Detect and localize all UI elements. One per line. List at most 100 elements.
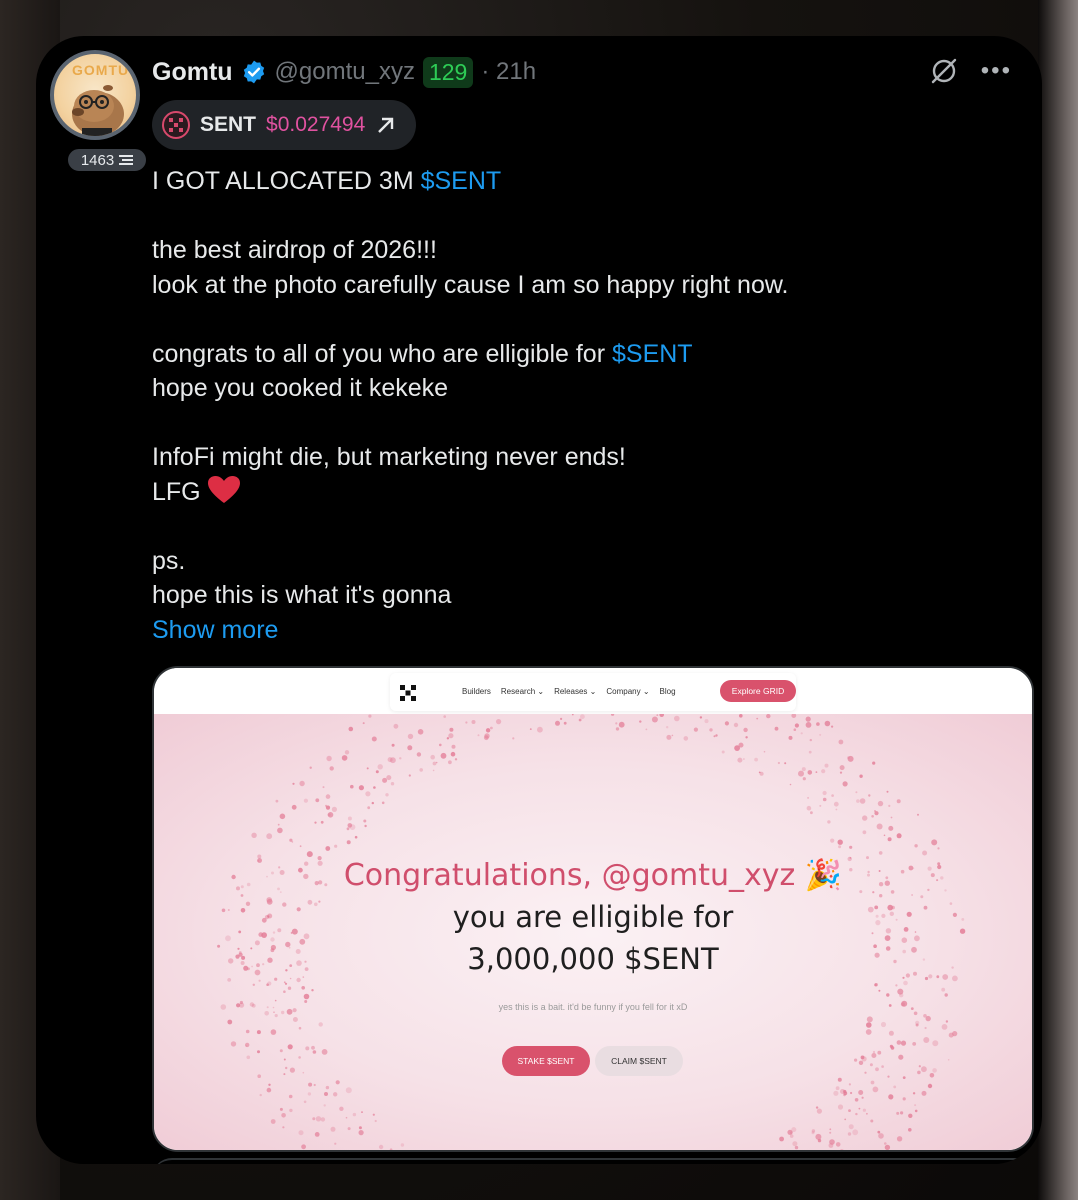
- show-more-link[interactable]: Show more: [152, 613, 1012, 648]
- decorative-dot: [884, 935, 891, 941]
- author-handle[interactable]: @gomtu_xyz: [275, 58, 415, 86]
- decorative-dot: [872, 1050, 876, 1054]
- decorative-dot: [303, 933, 310, 940]
- cashtag-link[interactable]: $SENT: [421, 167, 502, 195]
- decorative-dot: [666, 734, 672, 740]
- decorative-dot: [321, 1049, 328, 1055]
- decorative-dot: [325, 846, 331, 851]
- decorative-dot: [800, 732, 803, 735]
- decorative-dot: [485, 728, 491, 733]
- decorative-dot: [831, 794, 834, 797]
- tweet-text: I GOT ALLOCATED 3M $SENT the best airdro…: [152, 164, 1012, 647]
- decorative-dot: [887, 837, 892, 842]
- decorative-dot: [896, 1136, 903, 1142]
- decorative-dot: [941, 987, 946, 992]
- decorative-dot: [308, 1082, 313, 1087]
- decorative-dot: [245, 1029, 250, 1034]
- decorative-dot: [864, 1071, 867, 1074]
- decorative-dot: [921, 1066, 927, 1073]
- decorative-dot: [311, 1045, 315, 1050]
- embedded-navbar: Builders Research ⌄ Releases ⌄ Company ⌄…: [154, 668, 1032, 714]
- decorative-dot: [833, 1090, 839, 1096]
- decorative-dot: [257, 1050, 260, 1054]
- decorative-dot: [902, 1076, 906, 1079]
- avatar[interactable]: GOMTU 1463: [50, 50, 148, 173]
- decorative-dot: [326, 755, 332, 762]
- decorative-dot: [303, 1100, 307, 1104]
- eligible-line: you are elligible for: [452, 900, 734, 934]
- decorative-dot: [914, 935, 920, 942]
- decorative-dot: [408, 774, 411, 777]
- decorative-dot: [615, 727, 620, 731]
- follower-badge[interactable]: 1463: [66, 147, 148, 173]
- tweet-header: Gomtu @gomtu_xyz 129 · 21h: [152, 52, 536, 92]
- score-badge[interactable]: 129: [422, 56, 474, 88]
- decorative-dot: [733, 722, 739, 728]
- explore-grid-button: Explore GRID: [720, 680, 796, 702]
- nav-link: Blog: [659, 687, 676, 696]
- decorative-dot: [390, 782, 395, 786]
- decorative-dot: [871, 815, 874, 818]
- decorative-dot: [917, 1070, 921, 1075]
- decorative-dot: [895, 984, 898, 987]
- decorative-dot: [266, 1087, 272, 1093]
- decorative-dot: [794, 723, 800, 728]
- decorative-dot: [282, 1126, 285, 1129]
- decorative-dot: [912, 1092, 916, 1095]
- decorative-dot: [872, 1086, 879, 1093]
- decorative-dot: [312, 1050, 317, 1054]
- decorative-dot: [365, 791, 371, 797]
- decorative-dot: [345, 1116, 348, 1119]
- tweet-actions: •••: [929, 56, 1012, 86]
- decorative-dot: [878, 1133, 884, 1139]
- decorative-dot: [560, 717, 563, 720]
- decorative-dot: [439, 743, 442, 747]
- decorative-dot: [808, 750, 812, 754]
- decorative-dot: [381, 801, 385, 805]
- decorative-dot: [766, 714, 771, 719]
- decorative-dot: [880, 1021, 887, 1028]
- decorative-dot: [888, 804, 891, 807]
- decorative-dot: [448, 733, 454, 739]
- decorative-dot: [763, 750, 766, 753]
- author-name[interactable]: Gomtu: [152, 58, 233, 87]
- decorative-dot: [346, 827, 350, 831]
- decorative-dot: [432, 769, 435, 772]
- avatar-image[interactable]: GOMTU: [50, 50, 140, 140]
- grok-icon[interactable]: [929, 56, 959, 86]
- cashtag-link[interactable]: $SENT: [612, 340, 693, 368]
- list-icon: [119, 155, 134, 165]
- decorative-dot: [296, 977, 301, 983]
- decorative-dot: [391, 743, 395, 747]
- decorative-dot: [352, 1112, 357, 1117]
- more-options-icon[interactable]: •••: [981, 57, 1012, 85]
- decorative-dot: [347, 816, 352, 821]
- decorative-dot: [896, 1111, 900, 1115]
- decorative-dot: [862, 1108, 867, 1112]
- tweet-text-fragment: I GOT ALLOCATED 3M: [152, 167, 421, 195]
- embedded-nav-links: Builders Research ⌄ Releases ⌄ Company ⌄…: [462, 687, 676, 696]
- decorative-dot: [815, 1106, 819, 1109]
- decorative-dot: [738, 742, 744, 748]
- token-price-pill[interactable]: SENT $0.027494: [152, 100, 416, 150]
- red-heart-icon: [207, 475, 240, 503]
- decorative-dot: [902, 976, 905, 979]
- decorative-dot: [324, 1092, 328, 1096]
- amount-line: 3,000,000 $SENT: [467, 942, 719, 976]
- decorative-dot: [837, 1104, 844, 1110]
- decorative-dot: [896, 1040, 902, 1045]
- decorative-dot: [861, 1056, 867, 1062]
- decorative-dot: [858, 1060, 864, 1065]
- decorative-dot: [777, 761, 781, 765]
- decorative-dot: [301, 1144, 306, 1150]
- tweet-media-image[interactable]: Builders Research ⌄ Releases ⌄ Company ⌄…: [152, 666, 1034, 1152]
- timestamp[interactable]: · 21h: [481, 58, 536, 86]
- decorative-dot: [246, 1055, 251, 1060]
- tweet-card[interactable]: GOMTU 1463 Gomtu @gomtu_xyz 129 · 21h ••…: [36, 36, 1042, 1164]
- decorative-dot: [298, 1056, 301, 1059]
- decorative-dot: [311, 989, 314, 992]
- decorative-dot: [225, 935, 231, 942]
- decorative-dot: [756, 717, 759, 720]
- decorative-dot: [368, 714, 372, 718]
- token-price: $0.027494: [266, 113, 366, 136]
